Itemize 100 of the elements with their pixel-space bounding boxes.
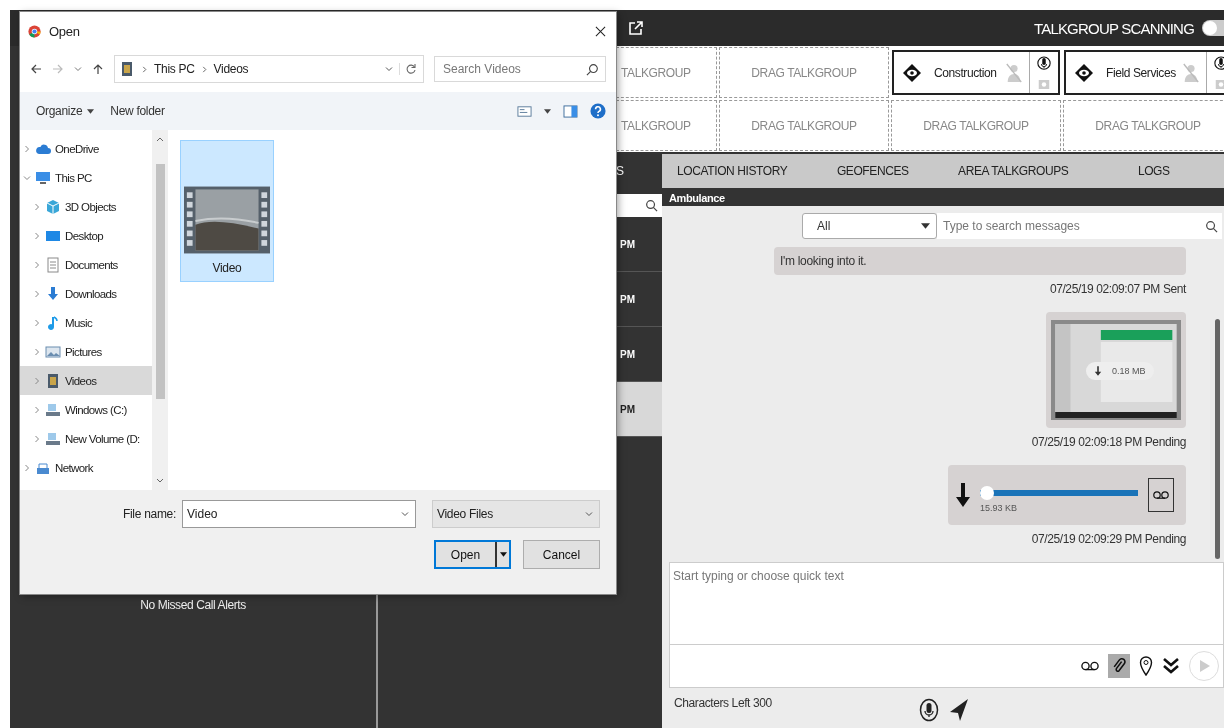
nav-item[interactable]: 3D Objects (20, 192, 152, 221)
chevron-right-icon (200, 65, 208, 73)
nav-item[interactable]: Pictures (20, 337, 152, 366)
forward-arrow-icon[interactable] (52, 63, 64, 75)
nav-item[interactable]: Network (20, 453, 152, 482)
search-field[interactable] (615, 194, 662, 217)
preview-pane-icon[interactable] (563, 104, 578, 118)
microphone-icon[interactable] (1037, 55, 1051, 73)
empty-message: No Missed Call Alerts (140, 598, 246, 612)
scroll-down-icon[interactable] (156, 478, 164, 484)
chevron-down-icon (585, 510, 593, 518)
eye-icon[interactable] (1074, 62, 1094, 83)
download-pill[interactable]: 0.18 MB (1086, 362, 1154, 380)
filter-dropdown[interactable]: All (802, 213, 937, 239)
up-arrow-icon[interactable] (92, 63, 104, 75)
navigation-arrow-icon[interactable] (949, 698, 969, 722)
search-icon (586, 62, 599, 76)
tab[interactable]: LOCATION HISTORY (662, 154, 803, 188)
open-button[interactable]: Open (434, 540, 511, 569)
organize-menu[interactable]: Organize (34, 102, 97, 120)
back-arrow-icon[interactable] (30, 63, 42, 75)
chevron-down-icon[interactable] (385, 65, 393, 73)
cancel-button[interactable]: Cancel (523, 540, 600, 569)
scrollbar[interactable] (152, 130, 168, 490)
drop-slot[interactable]: DRAG TALKGROUP (719, 47, 889, 98)
scanning-label: TALKGROUP SCANNING (1033, 19, 1194, 37)
location-pin-icon[interactable] (1139, 656, 1153, 676)
nav-item[interactable]: Documents (20, 250, 152, 279)
chat-title: Ambulance (669, 192, 725, 204)
message-search-input[interactable]: Type to search messages (943, 219, 1205, 233)
dialog-title: Open (49, 23, 81, 39)
refresh-icon[interactable] (399, 63, 417, 75)
search-field[interactable]: Search Videos (434, 56, 606, 82)
microphone-icon[interactable] (919, 698, 939, 722)
download-arrow-icon[interactable] (956, 483, 970, 507)
nav-item[interactable]: Videos (20, 366, 152, 395)
search-icon (1205, 219, 1218, 233)
file-name-input[interactable]: Video (187, 507, 401, 521)
tab[interactable]: AREA TALKGROUPS (943, 154, 1084, 188)
document-icon (45, 256, 61, 273)
caret-icon[interactable] (544, 108, 551, 114)
new-folder-button[interactable]: New folder (108, 102, 167, 120)
image-message[interactable]: 0.18 MB (1046, 312, 1186, 428)
chevron-down-icon[interactable] (74, 65, 82, 73)
scroll-thumb[interactable] (155, 164, 165, 399)
music-note-icon (45, 314, 61, 331)
characters-left-label: Characters Left 300 (674, 696, 773, 710)
film-icon (119, 61, 135, 77)
nav-item[interactable]: Desktop (20, 221, 152, 250)
scrollbar[interactable] (1215, 319, 1220, 559)
picture-icon (45, 343, 61, 360)
tab[interactable]: LOGS (1083, 154, 1224, 188)
nav-item[interactable]: New Volume (D: (20, 424, 152, 453)
search-input[interactable]: Search Videos (443, 62, 586, 76)
eye-icon[interactable] (902, 62, 922, 83)
computer-icon (35, 169, 51, 186)
tab[interactable]: GEOFENCES (802, 154, 943, 188)
message-status: 07/25/19 02:09:18 PM Pending (1031, 435, 1186, 449)
drop-slot[interactable]: DRAG TALKGROUP (1063, 100, 1224, 151)
popout-icon[interactable] (628, 20, 644, 36)
voicemail-icon[interactable] (1081, 659, 1099, 673)
paperclip-icon (1112, 657, 1126, 675)
address-bar[interactable]: This PC Videos (114, 55, 424, 83)
file-type-dropdown[interactable]: Video Files (432, 500, 600, 528)
conversation-item[interactable]: PM (615, 382, 662, 437)
talkgroup-name: Field Services (1105, 65, 1176, 80)
nav-item[interactable]: Downloads (20, 279, 152, 308)
file-name-field[interactable]: Video (182, 500, 416, 528)
muted-person-icon[interactable] (1181, 61, 1200, 84)
attach-button[interactable] (1108, 654, 1130, 678)
browser-logo-icon (28, 24, 41, 38)
scroll-up-icon[interactable] (156, 136, 164, 142)
nav-item[interactable]: Windows (C:) (20, 395, 152, 424)
help-icon[interactable] (590, 103, 606, 119)
cube-icon (45, 198, 61, 215)
breadcrumb-link[interactable]: This PC (154, 62, 195, 76)
muted-person-icon[interactable] (1005, 61, 1023, 84)
caret-icon (87, 108, 95, 114)
nav-item[interactable]: Music (20, 308, 152, 337)
talkgroup-card[interactable]: Field Services (1064, 50, 1224, 95)
tab[interactable]: S (615, 154, 662, 188)
message-input[interactable]: Start typing or choose quick text (669, 562, 1224, 645)
voicemail-button[interactable] (1148, 478, 1174, 512)
film-icon (45, 372, 61, 389)
message-search-field[interactable]: Type to search messages (937, 213, 1222, 239)
nav-item[interactable]: This PC (20, 163, 152, 192)
scanning-toggle[interactable] (1202, 20, 1224, 36)
double-chevron-down-icon[interactable] (1162, 657, 1180, 675)
close-icon[interactable] (595, 25, 606, 37)
drop-slot[interactable]: DRAG TALKGROUP (891, 100, 1061, 151)
slider-thumb[interactable] (980, 485, 994, 500)
message-bubble: I'm looking into it. (774, 247, 1186, 275)
nav-item[interactable]: OneDrive (20, 134, 152, 163)
microphone-icon[interactable] (1213, 55, 1224, 73)
view-icon[interactable] (517, 104, 532, 118)
talkgroup-card[interactable]: Construction (892, 50, 1060, 95)
breadcrumb-link[interactable]: Videos (213, 62, 249, 76)
drop-slot[interactable]: DRAG TALKGROUP (719, 100, 889, 151)
chevron-right-icon (141, 65, 148, 73)
file-item[interactable]: Video (180, 140, 274, 282)
